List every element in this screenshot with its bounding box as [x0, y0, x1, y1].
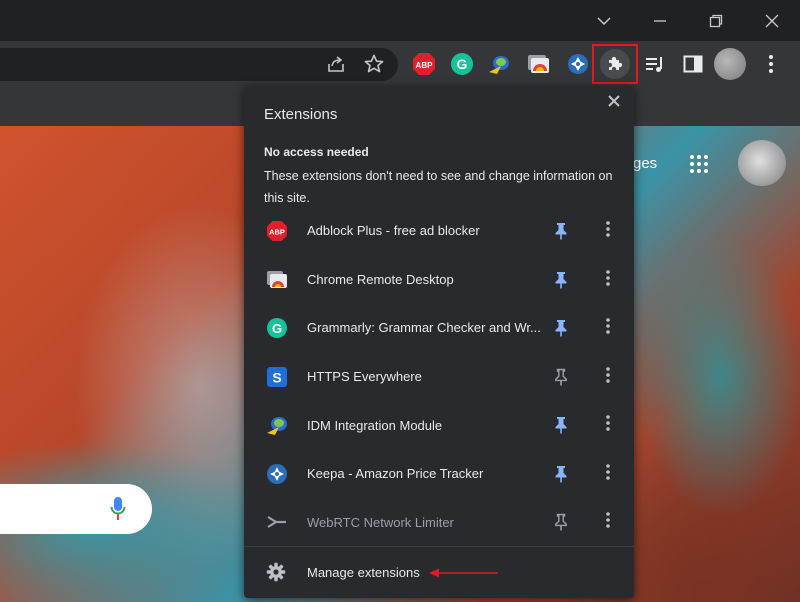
svg-text:S: S — [272, 370, 281, 386]
pin-toggle-chrome-remote-desktop[interactable] — [553, 271, 569, 289]
manage-extensions-label: Manage extensions — [307, 565, 420, 580]
pin-filled-icon — [555, 272, 567, 289]
webrtc-network-limiter-icon — [266, 511, 288, 533]
pin-toggle-keepa[interactable] — [553, 465, 569, 483]
arrow-left-icon — [429, 568, 498, 578]
voice-search-button[interactable] — [110, 496, 126, 522]
extension-more-button[interactable] — [600, 365, 616, 389]
extension-more-button[interactable] — [600, 510, 616, 534]
keepa-toolbar-button[interactable] — [563, 49, 593, 79]
extension-more-button[interactable] — [600, 413, 616, 437]
close-icon — [765, 14, 779, 27]
extension-name: Keepa - Amazon Price Tracker — [307, 466, 484, 481]
extension-name: IDM Integration Module — [307, 418, 443, 433]
pin-toggle-grammarly[interactable] — [553, 319, 569, 337]
more-vertical-icon — [606, 415, 610, 431]
close-icon — [608, 95, 620, 107]
keepa-icon — [266, 463, 288, 485]
pin-toggle-https-everywhere[interactable] — [553, 368, 569, 386]
grammarly-icon: G — [451, 53, 473, 75]
chevron-down-icon — [597, 16, 611, 25]
pin-filled-icon — [555, 320, 567, 337]
idm-icon — [489, 56, 509, 74]
images-link[interactable]: ges — [633, 155, 657, 172]
chrome-remote-desktop-icon — [266, 269, 288, 291]
pin-toggle-adblock-plus[interactable] — [553, 222, 569, 240]
svg-text:G: G — [272, 321, 282, 336]
extension-row-https-everywhere[interactable] — [244, 353, 634, 401]
keepa-icon — [568, 54, 588, 74]
chrome-menu-button[interactable] — [756, 49, 786, 79]
pin-toggle-idm[interactable] — [553, 416, 569, 434]
pin-toggle-webrtc[interactable] — [553, 513, 569, 531]
restore-button[interactable] — [688, 0, 744, 41]
google-account-avatar[interactable] — [738, 140, 786, 186]
idm-toolbar-button[interactable] — [485, 49, 515, 79]
more-vertical-icon — [606, 270, 610, 286]
pin-filled-icon — [555, 223, 567, 240]
section-description: These extensions don't need to see and c… — [264, 169, 613, 205]
chrome-remote-desktop-toolbar-button[interactable] — [523, 49, 553, 79]
chrome-remote-desktop-icon — [528, 55, 549, 73]
extension-name: Chrome Remote Desktop — [307, 272, 454, 287]
profile-avatar[interactable] — [714, 48, 746, 80]
extension-name: Grammarly: Grammar Checker and Wr... — [307, 320, 541, 335]
media-queue-icon — [646, 57, 662, 72]
svg-text:ABP: ABP — [269, 228, 285, 237]
adblock-plus-toolbar-button[interactable]: ABP — [409, 49, 439, 79]
https-everywhere-icon: S — [266, 366, 288, 388]
star-icon — [364, 54, 384, 73]
grammarly-toolbar-button[interactable]: G — [447, 49, 477, 79]
side-panel-icon — [683, 55, 703, 73]
media-control-button[interactable] — [640, 49, 670, 79]
minimize-icon — [654, 19, 666, 22]
pin-outline-icon — [555, 513, 567, 531]
more-vertical-icon — [606, 367, 610, 383]
gear-icon — [266, 562, 286, 582]
more-vertical-icon — [606, 318, 610, 334]
minimize-button[interactable] — [632, 0, 688, 41]
apps-grid-icon — [690, 155, 708, 173]
microphone-icon — [110, 497, 126, 520]
adblock-plus-icon: ABP — [266, 220, 288, 242]
google-apps-button[interactable] — [688, 153, 710, 175]
bookmark-star-button[interactable] — [359, 49, 389, 79]
share-button[interactable] — [321, 49, 351, 79]
close-window-button[interactable] — [744, 0, 800, 41]
annotation-arrow — [428, 566, 500, 578]
extension-more-button[interactable] — [600, 462, 616, 486]
extension-name: Adblock Plus - free ad blocker — [307, 223, 480, 238]
side-panel-button[interactable] — [678, 49, 708, 79]
pin-filled-icon — [555, 466, 567, 483]
section-heading: No access needed — [264, 145, 369, 159]
more-vertical-icon — [606, 221, 610, 237]
extensions-button[interactable] — [600, 49, 630, 79]
popup-title: Extensions — [264, 106, 338, 123]
restore-icon — [709, 14, 723, 27]
extension-more-button[interactable] — [600, 268, 616, 292]
svg-text:G: G — [457, 56, 468, 72]
grammarly-icon: G — [266, 317, 288, 339]
idm-icon — [266, 414, 288, 436]
share-icon — [328, 56, 344, 72]
more-vertical-icon — [606, 512, 610, 528]
extension-name: HTTPS Everywhere — [307, 369, 422, 384]
more-vertical-icon — [606, 464, 610, 480]
pin-outline-icon — [555, 368, 567, 386]
more-vertical-icon — [769, 55, 773, 73]
adblock-plus-icon: ABP — [413, 53, 435, 75]
tab-search-button[interactable] — [576, 0, 632, 41]
extension-more-button[interactable] — [600, 219, 616, 243]
extension-name: WebRTC Network Limiter — [307, 515, 454, 530]
close-popup-button[interactable] — [605, 92, 623, 110]
svg-text:ABP: ABP — [416, 61, 434, 70]
extension-more-button[interactable] — [600, 316, 616, 340]
puzzle-icon — [609, 56, 623, 70]
pin-filled-icon — [555, 417, 567, 434]
google-search-box[interactable] — [0, 484, 152, 534]
